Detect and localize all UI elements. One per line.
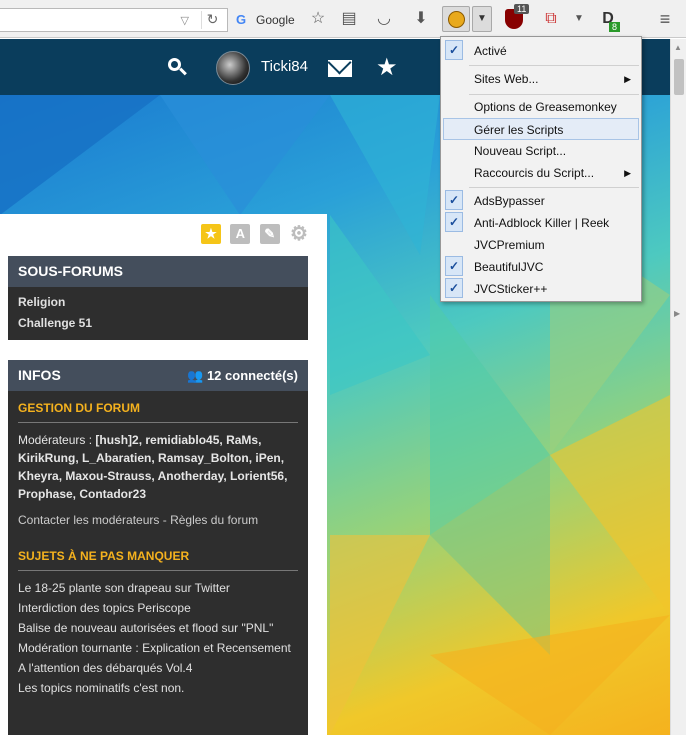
search-engine-label: Google [256, 13, 295, 27]
favorite-star-icon[interactable]: ★ [200, 224, 221, 244]
translate-icon[interactable]: ⧉ [540, 8, 562, 30]
subforums-title: SOUS-FORUMS [8, 256, 308, 287]
menu-separator [469, 94, 639, 95]
search-box[interactable]: G Google [232, 8, 300, 32]
extension-dropdown-icon[interactable]: ▼ [568, 8, 590, 30]
forum-links: Contacter les modérateurs - Règles du fo… [8, 511, 308, 529]
menu-item-label: Nouveau Script... [474, 144, 567, 158]
topic-link[interactable]: Interdiction des topics Periscope [8, 602, 308, 615]
greasemonkey-menu: ✓ Activé Sites Web... ▶ Options de Greas… [440, 36, 642, 302]
menu-item-label: Sites Web... [474, 72, 539, 86]
url-bar[interactable]: ▽ ↻ [0, 8, 228, 32]
connected-count[interactable]: 👥 12 connecté(s) [187, 368, 298, 384]
users-icon: 👥 [187, 368, 204, 383]
favorites-star-icon[interactable]: ★ [376, 53, 398, 82]
menu-item-label: JVCPremium [474, 238, 545, 252]
ublock-count-badge: 11 [514, 4, 530, 14]
menu-item-label: Anti-Adblock Killer | Reek [474, 216, 610, 230]
check-icon: ✓ [445, 190, 463, 210]
panel-tools: ★ A ✎ ⚙ [195, 224, 309, 246]
gestion-title: GESTION DU FORUM [18, 401, 140, 415]
connected-label: 12 connecté(s) [206, 368, 298, 383]
infos-title: INFOS [18, 367, 61, 383]
forum-sidebar: ★ A ✎ ⚙ SOUS-FORUMS Religion Challenge 5… [0, 214, 327, 735]
menu-item-script-shortcuts[interactable]: Raccourcis du Script... ▶ [441, 162, 641, 184]
mail-icon[interactable] [328, 60, 352, 77]
download-icon[interactable]: ⬇ [410, 8, 432, 30]
contact-moderators-link[interactable]: Contacter les modérateurs [18, 513, 159, 527]
menu-item-script[interactable]: ✓ Anti-Adblock Killer | Reek [441, 212, 641, 234]
check-icon: ✓ [445, 212, 463, 232]
divider [18, 570, 298, 571]
check-icon: ✓ [445, 40, 463, 60]
topic-link[interactable]: Le 18-25 plante son drapeau sur Twitter [8, 582, 308, 595]
moderators-label: Modérateurs : [18, 433, 96, 447]
subforum-link[interactable]: Religion [8, 292, 308, 313]
menu-item-label: JVCSticker++ [474, 282, 548, 296]
extension-count-badge: 8 [609, 22, 621, 32]
menu-item-manage-scripts[interactable]: Gérer les Scripts [443, 118, 639, 140]
greasemonkey-button[interactable] [442, 6, 470, 32]
topic-link[interactable]: Les topics nominatifs c'est non. [8, 682, 308, 695]
divider [18, 422, 298, 423]
menu-separator [469, 187, 639, 188]
reload-icon[interactable]: ↻ [201, 11, 223, 29]
menu-item-script[interactable]: ✓ AdsBypasser [441, 190, 641, 212]
menu-item-label: AdsBypasser [474, 194, 545, 208]
gear-icon[interactable]: ⚙ [289, 224, 309, 244]
page-scrollbar[interactable]: ▲ ▶ [670, 39, 686, 735]
forum-rules-link[interactable]: Règles du forum [170, 513, 258, 527]
menu-item-label: Options de Greasemonkey [474, 100, 617, 114]
username[interactable]: Ticki84 [261, 58, 308, 75]
reading-list-icon[interactable]: ▤ [338, 8, 360, 30]
menu-item-label: Activé [474, 44, 507, 58]
menu-item-script[interactable]: ✓ JVCSticker++ [441, 278, 641, 300]
subforum-link[interactable]: Challenge 51 [8, 313, 308, 334]
greasemonkey-icon [448, 11, 465, 28]
scroll-right-icon[interactable]: ▶ [674, 309, 680, 318]
menu-item-active[interactable]: ✓ Activé [441, 40, 641, 62]
menu-item-label: Raccourcis du Script... [474, 166, 595, 180]
greasemonkey-dropdown-button[interactable]: ▼ [472, 6, 492, 32]
url-dropdown-icon[interactable]: ▽ [181, 14, 189, 27]
check-icon: ✓ [445, 278, 463, 298]
menu-item-script[interactable]: ✓ BeautifulJVC [441, 256, 641, 278]
notification-icon[interactable]: ✎ [259, 224, 280, 244]
topic-link[interactable]: A l'attention des débarqués Vol.4 [8, 662, 308, 675]
infos-block: INFOS 👥 12 connecté(s) GESTION DU FORUM … [8, 360, 308, 735]
link-separator: - [159, 513, 171, 527]
bookmark-star-icon[interactable]: ☆ [307, 8, 329, 30]
menu-item-label: BeautifulJVC [474, 260, 544, 274]
menu-separator [469, 65, 639, 66]
menu-item-options[interactable]: Options de Greasemonkey [441, 96, 641, 118]
check-icon: ✓ [445, 256, 463, 276]
hamburger-menu-icon[interactable]: ≡ [654, 8, 676, 30]
topics-title: SUJETS À NE PAS MANQUER [18, 549, 190, 563]
google-icon: G [236, 12, 247, 27]
topic-link[interactable]: Modération tournante : Explication et Re… [8, 642, 308, 655]
infos-header: INFOS 👥 12 connecté(s) [8, 360, 308, 391]
search-icon[interactable] [166, 56, 188, 78]
menu-item-script[interactable]: JVCPremium [441, 234, 641, 256]
scrollbar-thumb[interactable] [674, 59, 684, 95]
menu-item-websites[interactable]: Sites Web... ▶ [441, 68, 641, 90]
moderators-text: Modérateurs : [hush]2, remidiablo45, RaM… [8, 431, 308, 503]
topic-link[interactable]: Balise de nouveau autorisées et flood su… [8, 622, 308, 635]
menu-item-new-script[interactable]: Nouveau Script... [441, 140, 641, 162]
avatar[interactable] [216, 51, 250, 85]
scroll-up-icon[interactable]: ▲ [674, 43, 682, 52]
menu-item-label: Gérer les Scripts [474, 123, 564, 137]
submenu-arrow-icon: ▶ [624, 168, 631, 178]
browser-toolbar: ▽ ↻ G Google ☆ ▤ ◡ ⬇ ▼ 11 ⧉ ▼ D 8 ≡ [0, 0, 686, 38]
submenu-arrow-icon: ▶ [624, 74, 631, 84]
pocket-icon[interactable]: ◡ [373, 8, 395, 30]
subforums-block: SOUS-FORUMS Religion Challenge 51 [8, 256, 308, 340]
font-icon[interactable]: A [230, 224, 251, 244]
